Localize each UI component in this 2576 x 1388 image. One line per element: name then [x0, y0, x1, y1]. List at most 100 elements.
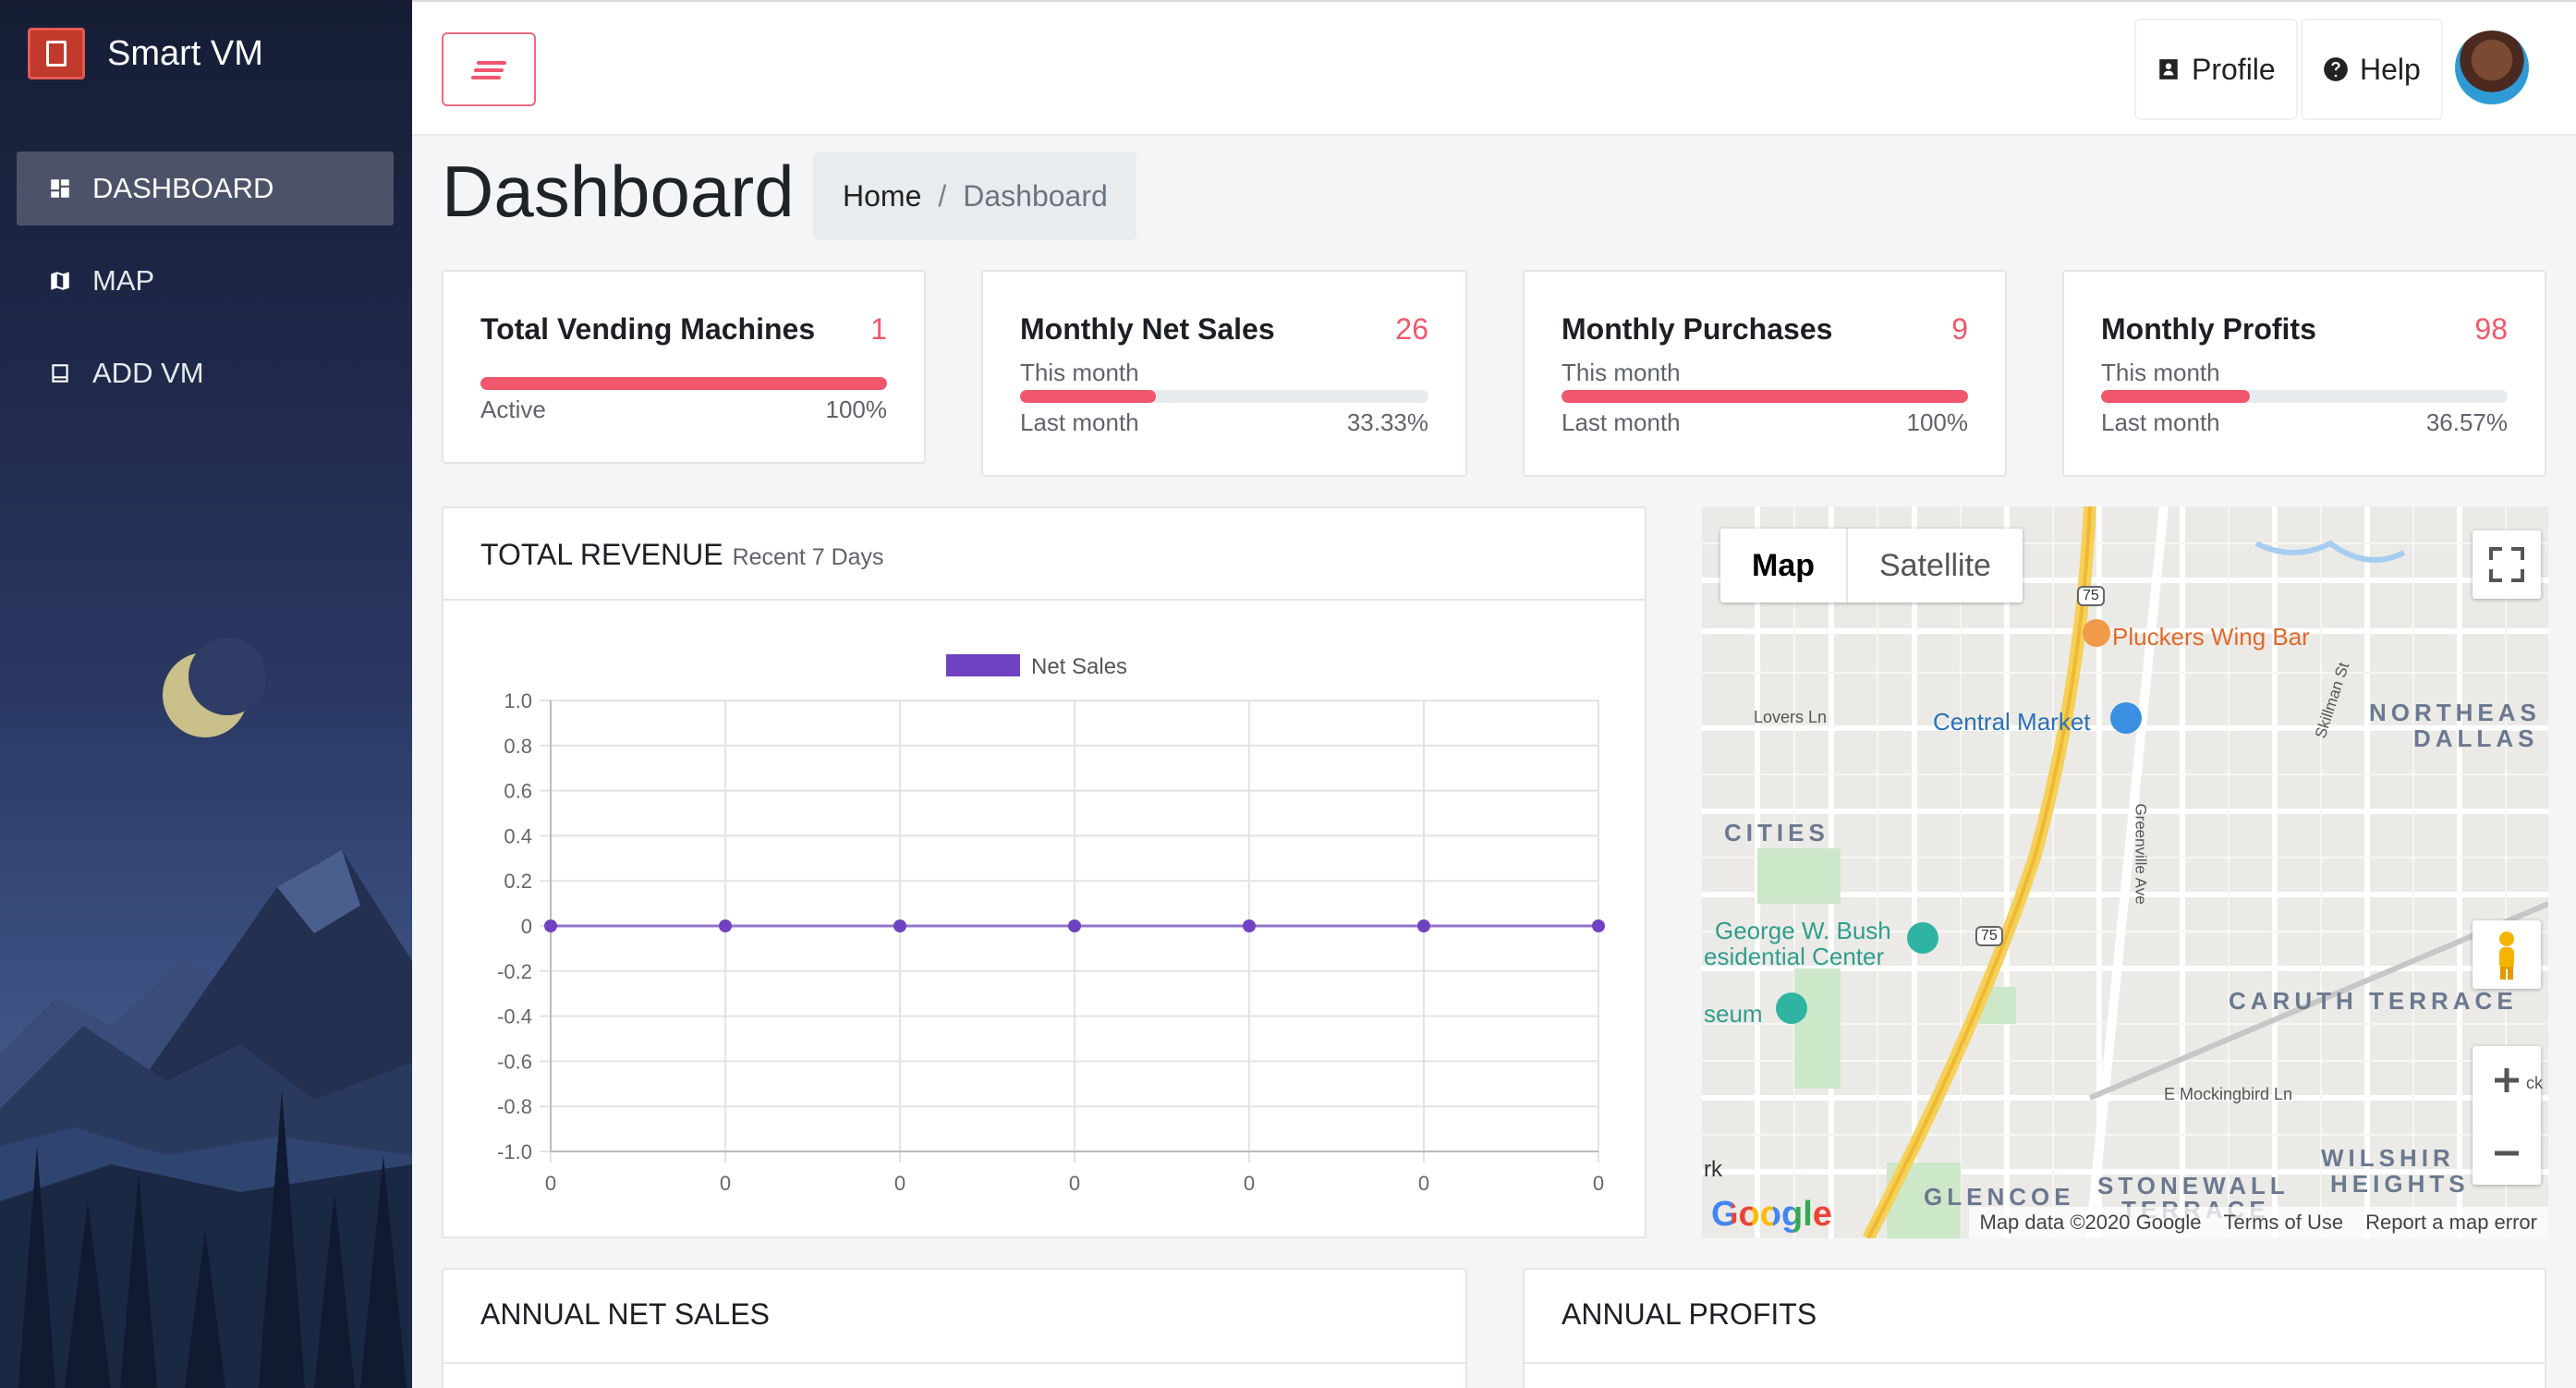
help-button[interactable]: Help: [2301, 18, 2443, 120]
fullscreen-button[interactable]: [2473, 530, 2541, 599]
shopping-marker-icon[interactable]: [2110, 702, 2142, 734]
stat-progress-bar: [1561, 390, 1968, 403]
annual-profits-card: ANNUAL PROFITS: [1523, 1268, 2546, 1388]
map-type-map-button[interactable]: Map: [1720, 529, 1848, 603]
vending-machine-map[interactable]: Map Satellite Pluckers Wing Bar Central …: [1702, 506, 2548, 1238]
map-area-wilshire-2: HEIGHTS: [2330, 1170, 2470, 1198]
x-tick-label: 0: [1244, 1172, 1255, 1195]
stat-percentage: 36.57%: [2425, 408, 2508, 436]
sidebar-item-dashboard[interactable]: DASHBOARD: [17, 152, 394, 225]
user-avatar[interactable]: [2455, 30, 2529, 104]
map-street-mockingbird: E Mockingbird Ln: [2164, 1085, 2293, 1103]
map-label-ck: ck: [2526, 1074, 2543, 1092]
annual-net-sales-title: ANNUAL NET SALES: [480, 1297, 770, 1331]
y-tick-label: 0.2: [504, 870, 532, 893]
stat-value: 98: [2474, 312, 2508, 346]
sidebar-item-label: DASHBOARD: [92, 172, 274, 204]
google-logo[interactable]: Google: [1711, 1195, 1832, 1235]
map-area-caruth-terrace: CARUTH TERRACE: [2229, 987, 2518, 1015]
map-place-central-market[interactable]: Central Market: [1933, 708, 2091, 737]
stat-percentage: 100%: [1906, 408, 1969, 436]
restaurant-marker-icon[interactable]: [2083, 619, 2110, 647]
museum-marker-icon[interactable]: [1776, 992, 1807, 1024]
map-type-satellite-button[interactable]: Satellite: [1848, 529, 2023, 603]
fullscreen-icon: [2489, 547, 2524, 582]
profile-button[interactable]: Profile: [2134, 18, 2298, 120]
data-point: [1417, 919, 1430, 932]
stat-value: 26: [1395, 312, 1428, 346]
stat-progress-fill: [1020, 390, 1157, 403]
data-point: [1243, 919, 1256, 932]
app-name: Smart VM: [107, 33, 263, 73]
y-tick-label: 1.0: [504, 689, 532, 712]
stat-title: Monthly Purchases: [1561, 312, 1833, 346]
zoom-out-icon[interactable]: [2473, 1119, 2541, 1187]
highway-75-shield-icon: 75: [2077, 586, 2105, 606]
stat-bar-label: Active: [480, 396, 546, 423]
map-street-lovers-ln: Lovers Ln: [1754, 708, 1828, 726]
stat-card-monthly-purchases: Monthly Purchases 9 This month Last mont…: [1523, 270, 2007, 477]
total-revenue-header: TOTAL REVENUE Recent 7 Days: [444, 508, 1645, 601]
terms-of-use-link[interactable]: Terms of Use: [2224, 1211, 2344, 1235]
legend-swatch: [946, 654, 1020, 676]
breadcrumb: Home / Dashboard: [813, 152, 1136, 240]
y-tick-label: 0: [521, 915, 532, 938]
y-tick-label: -0.4: [497, 1005, 532, 1029]
street-view-pegman-button[interactable]: [2473, 920, 2541, 989]
annual-profits-title: ANNUAL PROFITS: [1561, 1297, 1817, 1331]
stat-percentage: 100%: [825, 396, 888, 423]
map-place-bush-2[interactable]: esidential Center: [1704, 943, 1884, 971]
brand[interactable]: Smart VM: [28, 28, 263, 79]
pegman-icon: [2499, 931, 2514, 980]
stat-percentage: 33.33%: [1346, 408, 1428, 436]
stat-bar-label: Last month: [2101, 408, 2220, 436]
data-point: [719, 919, 732, 932]
stat-title: Monthly Profits: [2101, 312, 2316, 346]
stat-card-total-vending-machines: Total Vending Machines 1 Active 100%: [442, 270, 926, 464]
total-revenue-line-chart: Net Sales 1.0 0.8 0.6 0.4 0.2 0 -0.2 -0.4 -0.6 -0.…: [497, 654, 1605, 1195]
annual-net-sales-card: ANNUAL NET SALES: [442, 1268, 1467, 1388]
map-place-museum[interactable]: seum: [1704, 1000, 1763, 1029]
stat-title: Monthly Net Sales: [1020, 312, 1275, 346]
map-area-wilshire-1: WILSHIR: [2321, 1144, 2455, 1172]
profile-card-icon: [2159, 59, 2178, 79]
sidebar-nav: DASHBOARD MAP ADD VM: [17, 152, 394, 429]
y-tick-label: -1.0: [497, 1140, 532, 1163]
sidebar-item-label: MAP: [92, 264, 155, 297]
y-tick-label: 0.4: [504, 824, 532, 847]
map-place-pluckers[interactable]: Pluckers Wing Bar: [2112, 623, 2310, 651]
map-area-cities: CITIES: [1724, 819, 1829, 846]
map-icon: [51, 272, 69, 290]
sidebar-item-map[interactable]: MAP: [17, 244, 394, 318]
top-header: Profile Help: [412, 0, 2576, 136]
map-type-toggle: Map Satellite: [1720, 529, 2023, 603]
breadcrumb-home-link[interactable]: Home: [843, 179, 921, 213]
stat-progress-bar: [1020, 390, 1428, 403]
help-label: Help: [2360, 52, 2421, 86]
map-area-northeast-1: NORTHEAS: [2369, 699, 2541, 726]
y-tick-label: 0.8: [504, 735, 532, 758]
profile-label: Profile: [2192, 52, 2276, 86]
map-label-rk: rk: [1704, 1157, 1722, 1182]
x-tick-label: 0: [894, 1172, 905, 1195]
breadcrumb-separator: /: [938, 178, 947, 213]
map-place-bush-1[interactable]: George W. Bush: [1715, 917, 1891, 945]
y-tick-label: -0.6: [497, 1050, 532, 1073]
stat-card-monthly-net-sales: Monthly Net Sales 26 This month Last mon…: [981, 270, 1467, 477]
stat-title: Total Vending Machines: [480, 312, 816, 346]
report-map-error-link[interactable]: Report a map error: [2365, 1211, 2537, 1235]
x-tick-label: 0: [1593, 1172, 1604, 1195]
sidebar-item-add-vm[interactable]: ADD VM: [17, 336, 394, 410]
stat-value: 1: [870, 312, 887, 346]
sidebar-toggle-button[interactable]: [442, 32, 536, 106]
x-tick-label: 0: [720, 1172, 731, 1195]
add-vm-icon: [52, 364, 68, 383]
highway-75-shield-icon: 75: [1975, 926, 2003, 946]
data-point: [1068, 919, 1081, 932]
museum-marker-icon[interactable]: [1907, 922, 1938, 954]
stat-card-monthly-profits: Monthly Profits 98 This month Last month…: [2062, 270, 2546, 477]
data-point: [893, 919, 906, 932]
total-revenue-card: TOTAL REVENUE Recent 7 Days Net Sales 1.0…: [442, 506, 1646, 1238]
y-tick-label: -0.2: [497, 960, 532, 983]
sidebar: Smart VM DASHBOARD MAP ADD VM: [0, 0, 412, 1388]
